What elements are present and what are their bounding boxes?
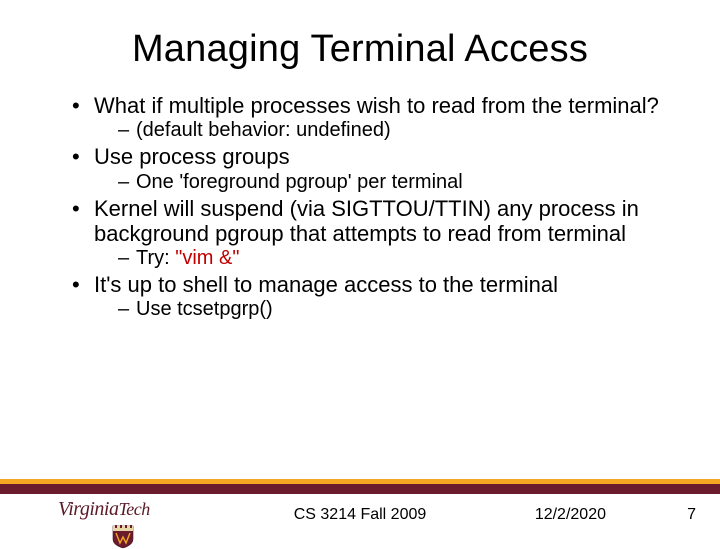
sub-bullet-text: One 'foreground pgroup' per terminal [136, 171, 463, 193]
sub-bullet-item: (default behavior: undefined) [118, 119, 672, 142]
bullet-item: It's up to shell to manage access to the… [72, 272, 672, 321]
logo-word-b: Tech [118, 499, 149, 519]
sub-bullet-text: (default behavior: undefined) [136, 119, 391, 141]
slide: Managing Terminal Access What if multipl… [0, 0, 720, 540]
logo-word-a: Virginia [58, 498, 118, 520]
sub-bullet-text: Use tcsetpgrp() [136, 298, 273, 320]
sub-bullet-item: Try: "vim &" [118, 247, 672, 270]
shield-icon [112, 525, 134, 549]
footer: VirginiaTech CS 3214 Fall 2009 12/2/2020… [0, 494, 720, 540]
bullet-text: Use process groups [94, 144, 290, 169]
sub-bullet-item: Use tcsetpgrp() [118, 298, 672, 321]
sub-bullet-list: (default behavior: undefined) [94, 119, 672, 142]
sub-bullet-list: One 'foreground pgroup' per terminal [94, 171, 672, 194]
logo-text: VirginiaTech [58, 499, 150, 519]
footer-date: 12/2/2020 [535, 506, 606, 524]
slide-content: What if multiple processes wish to read … [48, 93, 672, 321]
vt-logo: VirginiaTech [58, 500, 150, 549]
command-text: "vim &" [175, 247, 239, 269]
sub-bullet-list: Use tcsetpgrp() [94, 298, 672, 321]
sub-bullet-list: Try: "vim &" [94, 247, 672, 270]
bullet-text: It's up to shell to manage access to the… [94, 272, 558, 297]
slide-title: Managing Terminal Access [48, 28, 672, 71]
bullet-text: What if multiple processes wish to read … [94, 93, 659, 118]
bullet-item: Use process groups One 'foreground pgrou… [72, 144, 672, 193]
footer-divider [0, 479, 720, 494]
stripe-maroon [0, 484, 720, 494]
bullet-item: Kernel will suspend (via SIGTTOU/TTIN) a… [72, 196, 672, 271]
footer-page-number: 7 [687, 506, 696, 524]
bullet-list: What if multiple processes wish to read … [48, 93, 672, 321]
bullet-text: Kernel will suspend (via SIGTTOU/TTIN) a… [94, 196, 639, 246]
sub-bullet-prefix: Try: [136, 247, 175, 269]
sub-bullet-item: One 'foreground pgroup' per terminal [118, 171, 672, 194]
bullet-item: What if multiple processes wish to read … [72, 93, 672, 142]
